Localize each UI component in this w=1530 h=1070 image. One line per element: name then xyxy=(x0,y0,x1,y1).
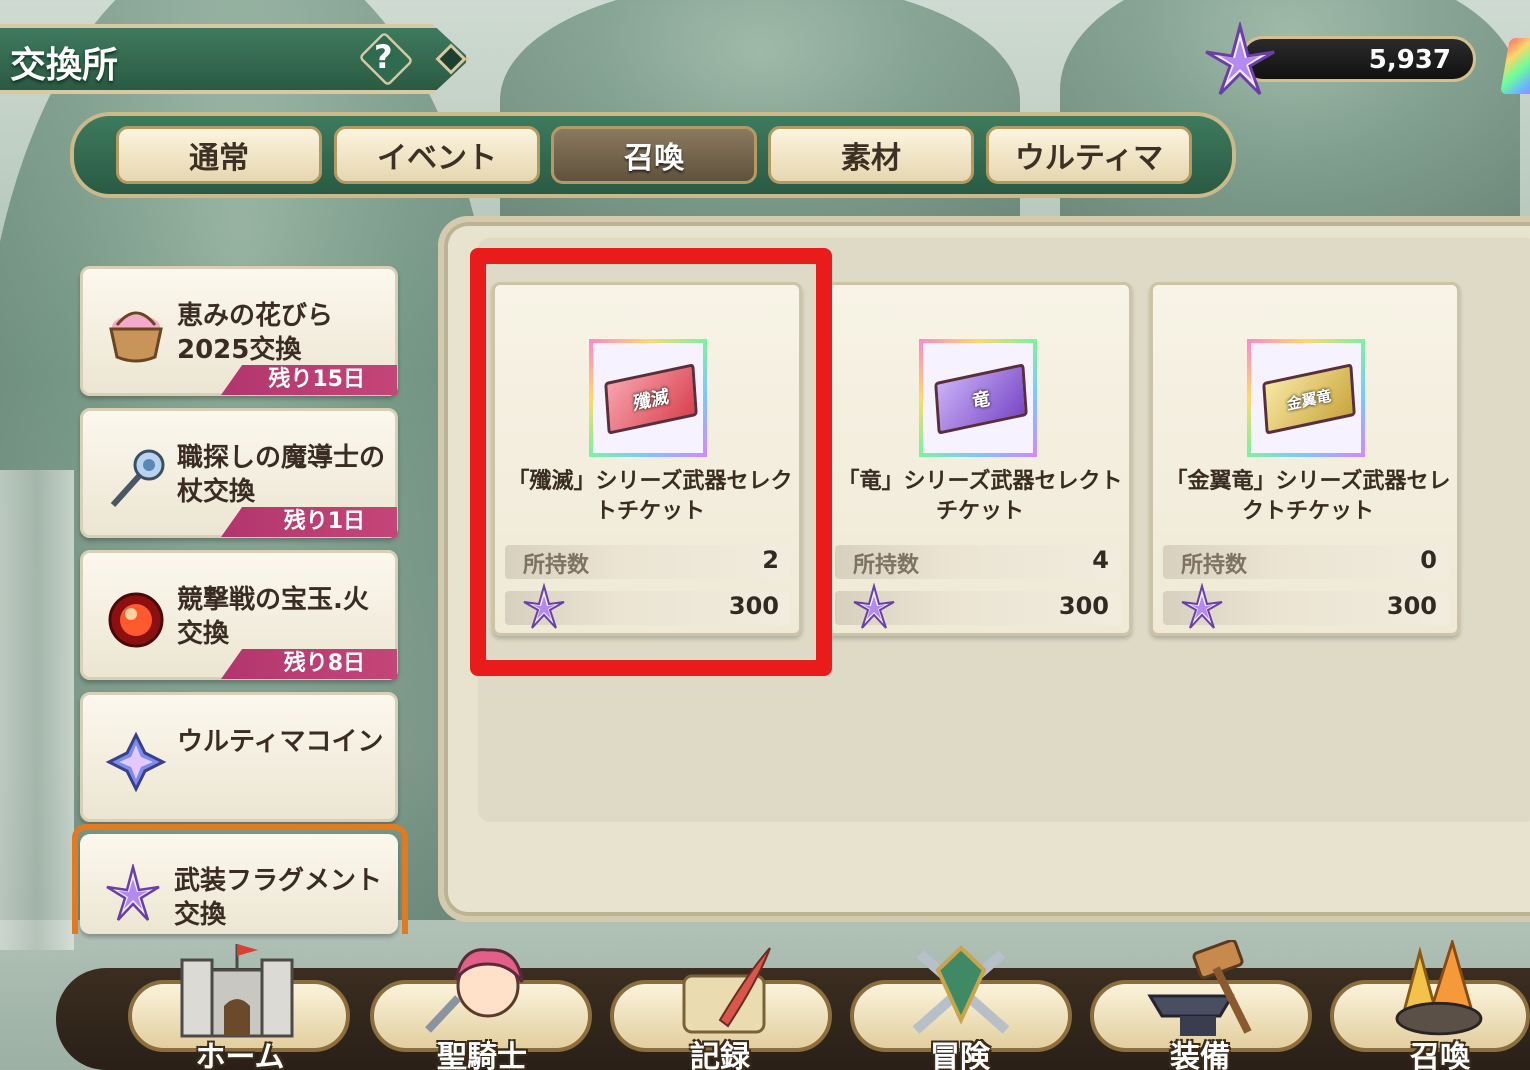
sidebar-item-label: 職探しの魔導士の杖交換 xyxy=(177,443,386,507)
card-item-name: 「金翼竜」シリーズ武器セレクトチケット xyxy=(1165,469,1451,524)
owned-count: 0 xyxy=(1420,546,1437,574)
crossed-swords-icon xyxy=(912,945,1010,1034)
owned-row: 所持数 4 xyxy=(835,545,1121,579)
cost-value: 300 xyxy=(1386,592,1437,620)
sidebar-item-orb-exchange[interactable]: 競撃戦の宝玉.火交換 残り8日 xyxy=(80,550,398,680)
staff-icon xyxy=(110,449,165,508)
castle-icon xyxy=(180,944,294,1038)
remaining-days-badge: 残り15日 xyxy=(221,365,397,395)
tab-material[interactable]: 素材 xyxy=(768,126,974,184)
card-item-name: 「竜」シリーズ武器セレクトチケット xyxy=(837,469,1123,524)
fragment-star-icon xyxy=(1181,583,1223,629)
fragment-star-icon xyxy=(1205,22,1275,96)
nav-summon-label: 召喚 xyxy=(1410,1040,1470,1070)
ultima-coin-icon xyxy=(105,731,167,793)
anvil-hammer-icon xyxy=(1147,940,1252,1036)
owned-label: 所持数 xyxy=(853,553,920,578)
currency-value: 5,937 xyxy=(1368,45,1451,75)
sidebar-item-label: 恵みの花びら2025交換 xyxy=(177,301,334,365)
background-pillar xyxy=(0,470,74,950)
page-title: 交換所 xyxy=(10,45,119,86)
remaining-days-badge: 残り1日 xyxy=(221,507,397,537)
ticket-icon: 金翼竜 xyxy=(1247,339,1365,457)
ticket-paper: 金翼竜 xyxy=(1262,363,1356,435)
cost-row: 300 xyxy=(1163,583,1449,629)
nav-knight-label: 聖騎士 xyxy=(437,1040,527,1070)
owned-count: 4 xyxy=(1092,546,1109,574)
nav-home-label: ホーム xyxy=(195,1040,285,1070)
sidebar-item-label: ウルティマコイン xyxy=(177,727,384,757)
tab-event[interactable]: イベント xyxy=(334,126,540,184)
scroll-quill-icon xyxy=(682,947,771,1034)
fire-orb-icon xyxy=(108,592,164,648)
exchange-card-golden-dragon[interactable]: 金翼竜 「金翼竜」シリーズ武器セレクトチケット 所持数 0 300 xyxy=(1150,282,1460,636)
sidebar-item-ultima-coin[interactable]: ウルティマコイン xyxy=(80,692,398,822)
nav-adventure-label: 冒険 xyxy=(930,1040,990,1070)
highlight-box xyxy=(470,248,832,676)
flower-basket-icon xyxy=(109,311,163,363)
help-icon[interactable]: ? xyxy=(374,38,393,76)
remaining-days-badge: 残り8日 xyxy=(221,649,397,679)
ticket-icon: 竜 xyxy=(919,339,1037,457)
fragment-star-icon xyxy=(853,583,895,629)
exchange-card-dragon[interactable]: 竜 「竜」シリーズ武器セレクトチケット 所持数 4 300 xyxy=(822,282,1132,636)
tab-normal[interactable]: 通常 xyxy=(116,126,322,184)
sidebar-item-petal-exchange[interactable]: 恵みの花びら2025交換 残り15日 xyxy=(80,266,398,396)
knight-icon xyxy=(425,948,524,1033)
cost-row: 300 xyxy=(835,583,1121,629)
selection-frame xyxy=(72,824,408,934)
owned-row: 所持数 0 xyxy=(1163,545,1449,579)
tab-summon[interactable]: 召喚 xyxy=(551,126,757,184)
tab-ultima[interactable]: ウルティマ xyxy=(986,126,1192,184)
nav-record-label: 記録 xyxy=(690,1040,750,1070)
ticket-paper: 竜 xyxy=(934,363,1028,435)
owned-label: 所持数 xyxy=(1181,553,1248,578)
summon-crystal-icon xyxy=(1395,940,1483,1036)
cost-value: 300 xyxy=(1058,592,1109,620)
nav-equipment-label: 装備 xyxy=(1170,1040,1230,1070)
sidebar-item-staff-exchange[interactable]: 職探しの魔導士の杖交換 残り1日 xyxy=(80,408,398,538)
sidebar-item-label: 競撃戦の宝玉.火交換 xyxy=(177,585,369,649)
